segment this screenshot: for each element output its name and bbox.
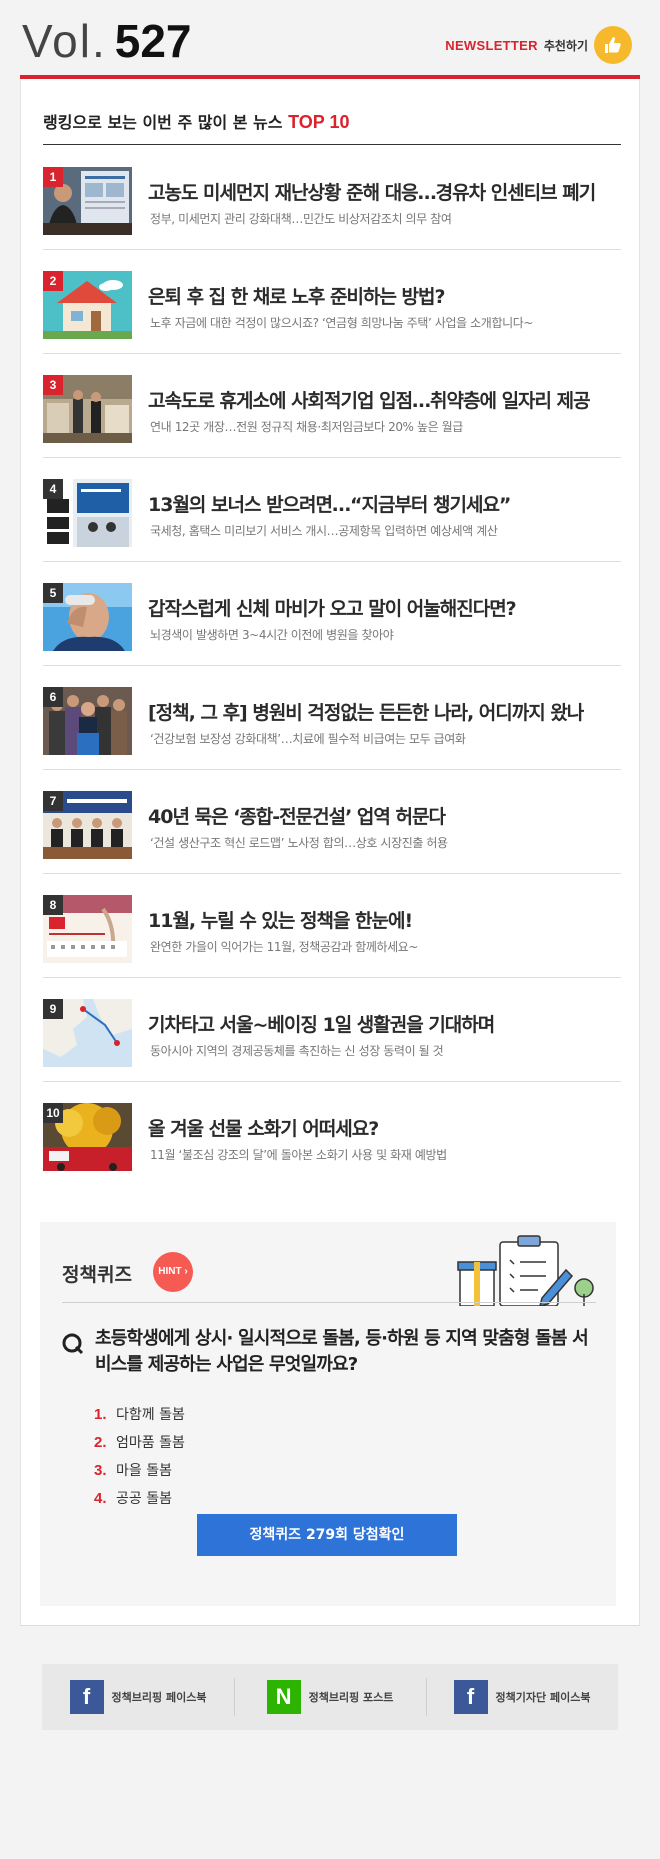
footer-link-label: 정책기자단 페이스북 bbox=[495, 1691, 591, 1704]
option-label: 마을 돌봄 bbox=[116, 1463, 172, 1479]
hint-button[interactable]: HINT › bbox=[153, 1252, 193, 1292]
option-number: 2. bbox=[94, 1433, 107, 1451]
news-thumbnail[interactable]: 3 bbox=[43, 375, 132, 443]
question-q-icon bbox=[62, 1333, 84, 1355]
thumbs-up-icon[interactable] bbox=[594, 26, 632, 64]
vol-prefix: Vol. bbox=[22, 15, 107, 67]
footer-link-reporters-facebook[interactable]: f 정책기자단 페이스북 bbox=[426, 1664, 618, 1730]
rank-badge: 5 bbox=[43, 583, 63, 603]
option-label: 다함께 돌봄 bbox=[116, 1407, 185, 1423]
news-title[interactable]: 고농도 미세먼지 재난상황 준해 대응…경유차 인센티브 폐기 bbox=[148, 178, 596, 205]
footer-link-label: 정책브리핑 포스트 bbox=[308, 1691, 394, 1704]
news-subtitle: 동아시아 지역의 경제공동체를 촉진하는 신 성장 동력이 될 것 bbox=[150, 1044, 444, 1058]
news-thumbnail[interactable]: 2 bbox=[43, 271, 132, 339]
news-subtitle: 연내 12곳 개장…전원 정규직 채용·최저임금보다 20% 높은 월급 bbox=[150, 420, 463, 434]
rank-badge: 2 bbox=[43, 271, 63, 291]
news-thumbnail[interactable]: 5 bbox=[43, 583, 132, 651]
news-subtitle: 완연한 가을이 익어가는 11월, 정책공감과 함께하세요~ bbox=[150, 940, 419, 954]
news-title[interactable]: 은퇴 후 집 한 채로 노후 준비하는 방법? bbox=[148, 282, 446, 309]
quiz-title: 정책퀴즈 bbox=[62, 1264, 132, 1286]
news-item-6[interactable]: 6 [정책, 그 후] 병원비 걱정없는 든든한 나라, 어디까지 왔나 ‘건강… bbox=[43, 666, 621, 770]
newsletter-brand: NEWSLETTER bbox=[445, 37, 538, 53]
facebook-icon: f bbox=[453, 1680, 488, 1714]
news-item-4[interactable]: 4 13월의 보너스 받으려면…“지금부터 챙기세요” 국세청, 홈택스 미리보… bbox=[43, 458, 621, 562]
quiz-option-2[interactable]: 2. 엄마품 돌봄 bbox=[94, 1428, 185, 1456]
rank-badge: 9 bbox=[43, 999, 63, 1019]
recommend-newsletter[interactable]: NEWSLETTER 추천하기 bbox=[445, 26, 632, 64]
news-subtitle: 국세청, 홈택스 미리보기 서비스 개시…공제항목 입력하면 예상세액 계산 bbox=[150, 524, 498, 538]
news-subtitle: 11월 ‘불조심 강조의 달’에 돌아본 소화기 사용 및 화재 예방법 bbox=[150, 1148, 447, 1162]
ranking-section-title: 랭킹으로 보는 이번 주 많이 본 뉴스 TOP 10 bbox=[43, 109, 349, 133]
ranking-title-underline bbox=[43, 144, 621, 145]
rank-badge: 6 bbox=[43, 687, 63, 707]
news-thumbnail[interactable]: 6 bbox=[43, 687, 132, 755]
news-thumbnail[interactable]: 9 bbox=[43, 999, 132, 1067]
news-item-7[interactable]: 7 40년 묵은 ‘종합-전문건설’ 업역 허문다 ‘건설 생산구조 혁신 로드… bbox=[43, 770, 621, 874]
quiz-option-3[interactable]: 3. 마을 돌봄 bbox=[94, 1456, 185, 1484]
news-item-10[interactable]: 10 올 겨울 선물 소화기 어떠세요? 11월 ‘불조심 강조의 달’에 돌아… bbox=[43, 1082, 621, 1186]
news-subtitle: 정부, 미세먼지 관리 강화대책…민간도 비상저감조치 의무 참여 bbox=[150, 212, 452, 226]
news-title[interactable]: [정책, 그 후] 병원비 걱정없는 든든한 나라, 어디까지 왔나 bbox=[148, 698, 584, 725]
option-label: 엄마품 돌봄 bbox=[116, 1435, 185, 1451]
ranking-title-text: 랭킹으로 보는 이번 주 많이 본 뉴스 bbox=[43, 113, 283, 132]
rank-badge: 4 bbox=[43, 479, 63, 499]
volume-number: 527 bbox=[114, 15, 192, 67]
option-number: 3. bbox=[94, 1461, 107, 1479]
footer-link-label: 정책브리핑 페이스북 bbox=[111, 1691, 207, 1704]
rank-badge: 7 bbox=[43, 791, 63, 811]
volume-label: Vol. 527 bbox=[22, 14, 191, 68]
news-title[interactable]: 11월, 누릴 수 있는 정책을 한눈에! bbox=[148, 906, 413, 933]
news-thumbnail[interactable]: 1 bbox=[43, 167, 132, 235]
news-subtitle: ‘건설 생산구조 혁신 로드맵’ 노사정 합의…상호 시장진출 허용 bbox=[150, 836, 448, 850]
ranking-top10-label: TOP 10 bbox=[288, 112, 350, 132]
option-number: 1. bbox=[94, 1405, 107, 1423]
policy-quiz-box: 정책퀴즈 HINT › 초등학생에게 상시· 일시적으로 돌봄, 등·하원 등 … bbox=[40, 1222, 616, 1606]
quiz-option-1[interactable]: 1. 다함께 돌봄 bbox=[94, 1400, 185, 1428]
news-item-5[interactable]: 5 갑작스럽게 신체 마비가 오고 말이 어눌해진다면? 뇌경색이 발생하면 3… bbox=[43, 562, 621, 666]
main-content-card: 랭킹으로 보는 이번 주 많이 본 뉴스 TOP 10 1 고농도 미세먼지 재… bbox=[20, 79, 640, 1626]
quiz-clipboard-illustration bbox=[457, 1235, 594, 1306]
news-item-3[interactable]: 3 고속도로 휴게소에 사회적기업 입점…취약층에 일자리 제공 연내 12곳 … bbox=[43, 354, 621, 458]
naver-post-icon: N bbox=[266, 1680, 301, 1714]
option-number: 4. bbox=[94, 1489, 107, 1507]
quiz-result-button[interactable]: 정책퀴즈 279회 당첨확인 bbox=[197, 1514, 457, 1556]
news-title[interactable]: 갑작스럽게 신체 마비가 오고 말이 어눌해진다면? bbox=[148, 594, 517, 621]
quiz-question: 초등학생에게 상시· 일시적으로 돌봄, 등·하원 등 지역 맞춤형 돌봄 서비… bbox=[95, 1328, 589, 1375]
news-title[interactable]: 40년 묵은 ‘종합-전문건설’ 업역 허문다 bbox=[148, 802, 446, 829]
facebook-icon: f bbox=[69, 1680, 104, 1714]
news-title[interactable]: 13월의 보너스 받으려면…“지금부터 챙기세요” bbox=[148, 490, 511, 517]
news-thumbnail[interactable]: 4 bbox=[43, 479, 132, 547]
footer-link-briefing-post[interactable]: N 정책브리핑 포스트 bbox=[234, 1664, 426, 1730]
news-title[interactable]: 기차타고 서울~베이징 1일 생활권을 기대하며 bbox=[148, 1010, 495, 1037]
news-subtitle: 뇌경색이 발생하면 3~4시간 이전에 병원을 찾아야 bbox=[150, 628, 394, 642]
rank-badge: 1 bbox=[43, 167, 63, 187]
news-thumbnail[interactable]: 10 bbox=[43, 1103, 132, 1171]
option-label: 공공 돌봄 bbox=[116, 1491, 172, 1507]
quiz-option-4[interactable]: 4. 공공 돌봄 bbox=[94, 1484, 185, 1512]
news-thumbnail[interactable]: 7 bbox=[43, 791, 132, 859]
news-item-1[interactable]: 1 고농도 미세먼지 재난상황 준해 대응…경유차 인센티브 폐기 정부, 미세… bbox=[43, 146, 621, 250]
news-subtitle: 노후 자금에 대한 걱정이 많으시죠? ‘연금형 희망나눔 주택’ 사업을 소개… bbox=[150, 316, 534, 330]
footer-link-briefing-facebook[interactable]: f 정책브리핑 페이스북 bbox=[42, 1664, 234, 1730]
news-item-8[interactable]: 8 11월, 누릴 수 있는 정책을 한눈에! 완연한 가을이 익어가는 11월… bbox=[43, 874, 621, 978]
quiz-options: 1. 다함께 돌봄 2. 엄마품 돌봄 3. 마을 돌봄 4. 공공 돌봄 bbox=[94, 1400, 185, 1512]
rank-badge: 8 bbox=[43, 895, 63, 915]
news-item-9[interactable]: 9 기차타고 서울~베이징 1일 생활권을 기대하며 동아시아 지역의 경제공동… bbox=[43, 978, 621, 1082]
news-thumbnail[interactable]: 8 bbox=[43, 895, 132, 963]
rank-badge: 3 bbox=[43, 375, 63, 395]
hint-label: HINT bbox=[158, 1266, 182, 1277]
quiz-divider bbox=[62, 1302, 596, 1303]
rank-badge: 10 bbox=[43, 1103, 63, 1123]
social-footer: f 정책브리핑 페이스북 N 정책브리핑 포스트 f 정책기자단 페이스북 bbox=[42, 1664, 618, 1730]
news-subtitle: ‘건강보험 보장성 강화대책’…치료에 필수적 비급여는 모두 급여화 bbox=[150, 732, 466, 746]
news-title[interactable]: 올 겨울 선물 소화기 어떠세요? bbox=[148, 1114, 379, 1141]
newsletter-header: Vol. 527 NEWSLETTER 추천하기 bbox=[20, 0, 640, 80]
news-title[interactable]: 고속도로 휴게소에 사회적기업 입점…취약층에 일자리 제공 bbox=[148, 386, 591, 413]
recommend-label: 추천하기 bbox=[543, 38, 588, 53]
news-item-2[interactable]: 2 은퇴 후 집 한 채로 노후 준비하는 방법? 노후 자금에 대한 걱정이 … bbox=[43, 250, 621, 354]
